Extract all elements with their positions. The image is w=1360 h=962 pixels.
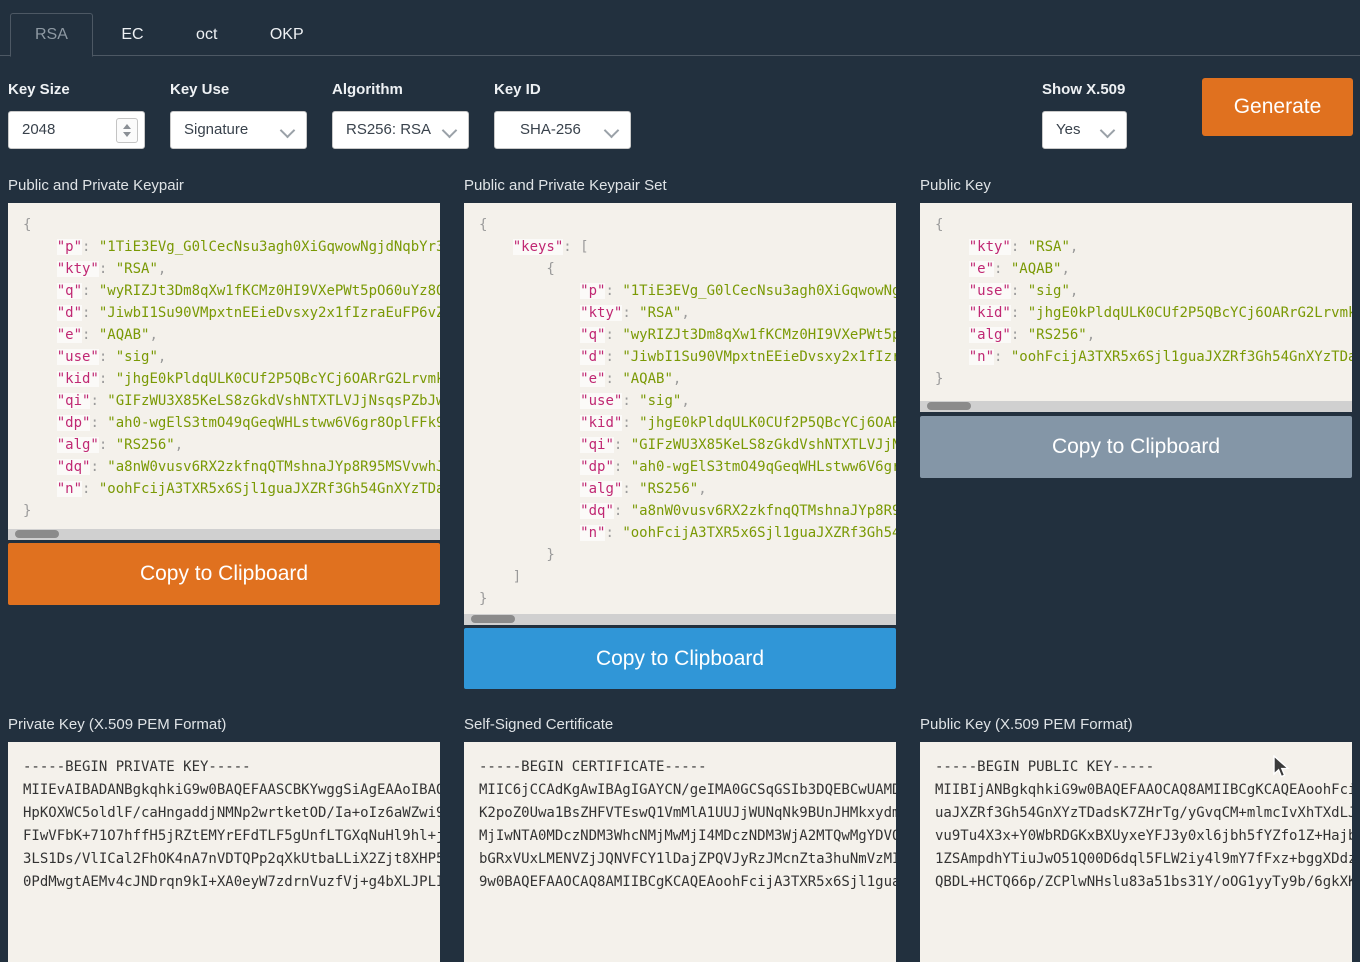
copy-keypair-set-button[interactable]: Copy to Clipboard [464, 628, 896, 689]
private-key-pem: -----BEGIN PRIVATE KEY-----MIIEvAIBADANB… [8, 742, 440, 894]
certificate-pem: -----BEGIN CERTIFICATE-----MIIC6jCCAdKgA… [464, 742, 896, 894]
tab-rsa[interactable]: RSA [10, 13, 93, 57]
mkjwk-app: { "tabs": [ {"label": "RSA", "active": t… [0, 0, 1360, 881]
copy-keypair-button[interactable]: Copy to Clipboard [8, 543, 440, 605]
horizontal-scrollbar[interactable] [464, 614, 896, 625]
tab-oct[interactable]: oct [172, 14, 241, 56]
horizontal-scrollbar[interactable] [8, 529, 440, 540]
certificate-panel: -----BEGIN CERTIFICATE-----MIIC6jCCAdKgA… [464, 742, 896, 962]
scrollbar-thumb[interactable] [15, 530, 59, 538]
keypair-set-code-panel: { "keys": [ { "p": "1TiE3EVg_G0lCecNsu3a… [464, 203, 896, 625]
public-key-pem-title: Public Key (X.509 PEM Format) [920, 716, 1133, 733]
scrollbar-thumb[interactable] [471, 615, 515, 623]
key-use-group: Key Use Signature [170, 81, 307, 149]
generate-button[interactable]: Generate [1202, 78, 1353, 136]
public-key-json: { "kty": "RSA", "e": "AQAB", "use": "sig… [920, 203, 1352, 390]
public-key-code-panel: { "kty": "RSA", "e": "AQAB", "use": "sig… [920, 203, 1352, 412]
key-use-select[interactable]: Signature [170, 111, 307, 149]
chevron-down-icon [1100, 123, 1116, 139]
keypair-panel-title: Public and Private Keypair [8, 177, 184, 194]
chevron-down-icon [442, 123, 458, 139]
spinner-down-icon[interactable] [123, 132, 131, 137]
chevron-down-icon [280, 123, 296, 139]
algorithm-group: Algorithm RS256: RSA [332, 81, 469, 149]
keypair-code-panel: { "p": "1TiE3EVg_G0lCecNsu3agh0XiGqwowNg… [8, 203, 440, 540]
public-key-pem: -----BEGIN PUBLIC KEY-----MIIBIjANBgkqhk… [920, 742, 1352, 894]
key-size-label: Key Size [8, 81, 145, 98]
spinner-up-icon[interactable] [123, 124, 131, 129]
public-key-pem-panel: -----BEGIN PUBLIC KEY-----MIIBIjANBgkqhk… [920, 742, 1352, 962]
key-type-tabs: RSA EC oct OKP [0, 12, 1360, 56]
show-x509-select[interactable]: Yes [1042, 111, 1127, 149]
tab-ec[interactable]: EC [97, 14, 167, 56]
algorithm-value: RS256: RSA [346, 121, 431, 138]
show-x509-value: Yes [1056, 121, 1080, 138]
horizontal-scrollbar[interactable] [920, 401, 1352, 412]
keypair-set-panel-title: Public and Private Keypair Set [464, 177, 667, 194]
chevron-down-icon [604, 123, 620, 139]
key-size-value: 2048 [22, 121, 55, 138]
private-key-pem-panel: -----BEGIN PRIVATE KEY-----MIIEvAIBADANB… [8, 742, 440, 962]
key-use-value: Signature [184, 121, 248, 138]
key-id-group: Key ID SHA-256 [494, 81, 631, 149]
private-key-pem-title: Private Key (X.509 PEM Format) [8, 716, 226, 733]
show-x509-group: Show X.509 Yes [1042, 81, 1127, 149]
algorithm-label: Algorithm [332, 81, 469, 98]
scrollbar-thumb[interactable] [927, 402, 971, 410]
algorithm-select[interactable]: RS256: RSA [332, 111, 469, 149]
key-id-value: SHA-256 [520, 121, 581, 138]
keypair-json: { "p": "1TiE3EVg_G0lCecNsu3agh0XiGqwowNg… [8, 203, 440, 522]
key-id-select[interactable]: SHA-256 [494, 111, 631, 149]
show-x509-label: Show X.509 [1042, 81, 1127, 98]
number-spinner[interactable] [116, 118, 138, 143]
public-key-panel-title: Public Key [920, 177, 991, 194]
key-id-label: Key ID [494, 81, 631, 98]
copy-public-key-button[interactable]: Copy to Clipboard [920, 416, 1352, 478]
key-size-input[interactable]: 2048 [8, 111, 145, 149]
keypair-set-json: { "keys": [ { "p": "1TiE3EVg_G0lCecNsu3a… [464, 203, 896, 610]
certificate-title: Self-Signed Certificate [464, 716, 613, 733]
key-size-group: Key Size 2048 [8, 81, 145, 149]
tab-okp[interactable]: OKP [246, 14, 328, 56]
key-use-label: Key Use [170, 81, 307, 98]
